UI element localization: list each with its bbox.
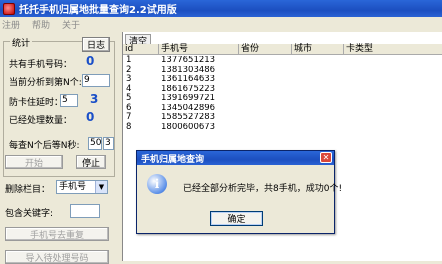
row-phone: 1391699721 [161,94,216,103]
table-row[interactable]: 6 1345042896 [123,103,442,114]
table-row[interactable]: 2 1381303486 [123,65,442,76]
delete-column-label: 删除栏目： [5,185,51,195]
list-header: id 手机号 省份 城市 卡类型 [123,44,442,55]
menu-help[interactable]: 帮助 [32,18,50,31]
col-id[interactable]: id [123,44,159,54]
stats-group-title: 统计 [10,36,33,49]
menu-bar: 注册 帮助 关于 [0,17,442,32]
table-row[interactable]: 5 1391699721 [123,93,442,104]
stop-button[interactable]: 停止 [76,155,106,169]
delay-display: 3 [90,92,99,106]
window-title: 托托手机归属地批量查询2.2试用版 [19,5,177,16]
table-row[interactable]: 8 1800600673 [123,121,442,133]
ok-button[interactable]: 确定 [210,211,263,226]
chevron-down-icon: ▼ [95,181,107,193]
col-province[interactable]: 省份 [239,44,292,54]
col-phone[interactable]: 手机号 [159,44,239,54]
row-phone: 1345042896 [161,103,216,113]
row-phone: 1381303486 [161,65,216,75]
table-row[interactable]: 3 1361164633 [123,74,442,85]
close-icon[interactable]: ✕ [320,152,332,163]
title-bar: 托托手机归属地批量查询2.2试用版 [0,0,442,17]
dedupe-button[interactable]: 手机号去重复 [5,227,109,241]
row-phone: 1861675223 [161,84,216,94]
menu-register[interactable]: 注册 [2,18,20,31]
col-card-type[interactable]: 卡类型 [344,44,442,54]
start-button[interactable]: 开始 [5,155,63,169]
row-phone: 1585527283 [161,113,216,122]
import-button[interactable]: 导入待处理号码 [5,250,109,264]
processed-label: 已经处理数量： [9,116,73,126]
current-index-input[interactable]: 9 [82,74,110,87]
row-id: 8 [126,121,132,132]
delay-input[interactable]: 5 [60,94,78,107]
info-icon: i [147,174,167,194]
total-label: 共有手机号码： [9,60,73,70]
pause-label: 每查N个后等N秒: [9,141,80,151]
col-city[interactable]: 城市 [292,44,344,54]
pause-s-input[interactable]: 3 [103,137,114,150]
pause-n-input[interactable]: 50 [88,137,102,150]
menu-about[interactable]: 关于 [62,18,80,31]
row-phone: 1377651213 [161,56,216,65]
log-button[interactable]: 日志 [82,37,110,52]
delay-label: 防卡住延时： [9,98,64,108]
dialog-title-bar: 手机归属地查询 ✕ [137,151,334,165]
delete-column-value: 手机号 [59,182,87,192]
processed-value: 0 [86,110,95,124]
dialog-message: 已经全部分析完毕，共8手机，成功0个! [183,184,343,194]
total-value: 0 [86,54,95,68]
list-rows: 1 1377651213 2 1381303486 3 1361164633 4 186167… [123,55,442,133]
dialog-title: 手机归属地查询 [141,154,205,165]
table-row[interactable]: 4 1861675223 [123,84,442,95]
row-phone: 1800600673 [161,122,216,132]
delete-column-select[interactable]: 手机号 ▼ [56,180,108,194]
table-row[interactable]: 7 1585527283 [123,112,442,123]
message-dialog: 手机归属地查询 ✕ i 已经全部分析完毕，共8手机，成功0个! 确定 [136,150,342,234]
table-row[interactable]: 1 1377651213 [123,55,442,66]
row-phone: 1361164633 [161,75,216,84]
app-icon [3,2,15,15]
left-panel: 统计 日志 共有手机号码： 0 当前分析到第N个: 9 防卡住延时： 5 3 已… [0,32,122,264]
keyword-label: 包含关键字: [5,209,54,219]
keyword-input[interactable] [70,204,100,218]
current-label: 当前分析到第N个: [9,78,82,88]
